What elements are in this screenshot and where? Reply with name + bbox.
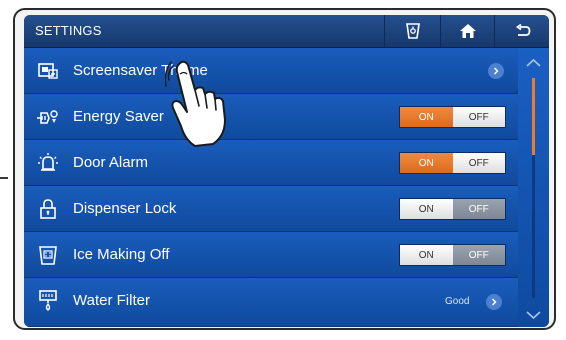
scroll-up-icon[interactable]	[526, 58, 541, 68]
row-label: Energy Saver	[73, 108, 164, 125]
settings-list: Screensaver Theme Energy Saver ON OFF Do…	[24, 48, 518, 327]
energy-saver-toggle[interactable]: ON OFF	[399, 106, 506, 128]
row-label: Water Filter	[73, 292, 150, 309]
chevron-right-icon[interactable]	[488, 63, 504, 79]
header-bar: SETTINGS	[24, 15, 549, 48]
lock-icon	[40, 199, 56, 219]
toggle-off[interactable]: OFF	[452, 153, 505, 173]
row-water-filter[interactable]: Water Filter Good	[24, 278, 518, 327]
door-alarm-toggle[interactable]: ON OFF	[399, 152, 506, 174]
row-screensaver-theme[interactable]: Screensaver Theme	[24, 48, 518, 94]
energy-saver-icon	[37, 110, 58, 124]
scrollbar[interactable]	[518, 48, 549, 327]
back-button[interactable]	[494, 15, 549, 47]
toggle-on[interactable]: ON	[400, 199, 453, 219]
row-label: Door Alarm	[73, 154, 149, 171]
scroll-down-icon[interactable]	[526, 310, 541, 320]
scroll-track[interactable]	[532, 78, 535, 298]
chevron-right-icon[interactable]	[486, 294, 502, 310]
page-title: SETTINGS	[35, 23, 102, 38]
row-ice-making-off: Ice Making Off ON OFF	[24, 232, 518, 278]
settings-screen: SETTINGS Screensaver Theme Energy Saver …	[24, 15, 549, 327]
pointing-hand-icon	[165, 60, 226, 147]
water-filter-icon	[39, 290, 57, 311]
toggle-on[interactable]: ON	[400, 153, 453, 173]
screensaver-icon	[38, 63, 58, 79]
dispenser-lock-toggle[interactable]: ON OFF	[399, 198, 506, 220]
toggle-off[interactable]: OFF	[452, 107, 505, 127]
ice-making-icon	[39, 246, 57, 265]
home-icon	[460, 24, 476, 38]
home-button[interactable]	[440, 15, 495, 47]
back-icon	[515, 24, 530, 36]
row-dispenser-lock: Dispenser Lock ON OFF	[24, 186, 518, 232]
door-alarm-icon	[38, 153, 58, 171]
bezel-indicator	[0, 177, 8, 179]
toggle-off[interactable]: OFF	[452, 199, 505, 219]
filter-button[interactable]	[384, 15, 441, 47]
row-label: Ice Making Off	[73, 246, 170, 263]
ice-making-toggle[interactable]: ON OFF	[399, 244, 506, 266]
row-label: Dispenser Lock	[73, 200, 177, 217]
toggle-on[interactable]: ON	[400, 107, 453, 127]
filter-status: Good	[445, 296, 470, 307]
filter-icon	[406, 23, 420, 39]
row-door-alarm: Door Alarm ON OFF	[24, 140, 518, 186]
row-energy-saver: Energy Saver ON OFF	[24, 94, 518, 140]
scroll-thumb[interactable]	[532, 78, 535, 155]
toggle-on[interactable]: ON	[400, 245, 453, 265]
toggle-off[interactable]: OFF	[452, 245, 505, 265]
